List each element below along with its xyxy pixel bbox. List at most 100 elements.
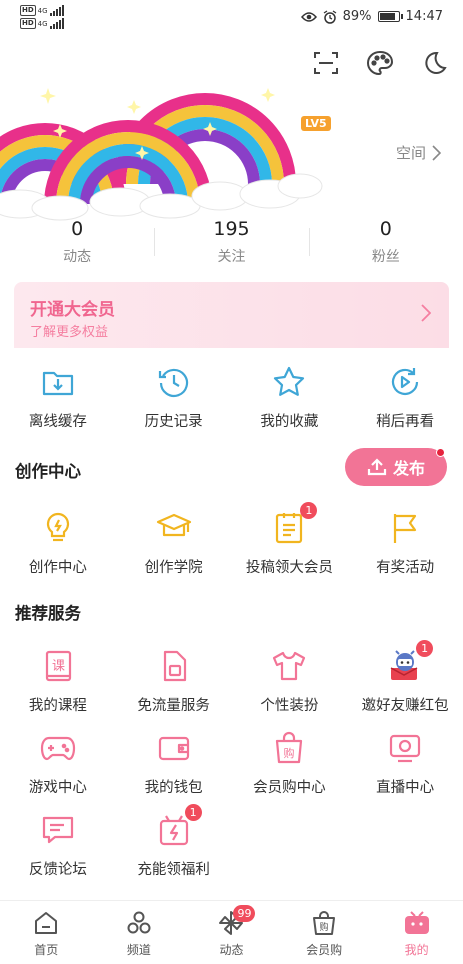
sim-card-icon: [156, 648, 192, 684]
vip-banner[interactable]: 开通大会员 了解更多权益: [14, 282, 449, 348]
star-icon: [271, 364, 307, 400]
invite-friends-item[interactable]: 1 邀好友赚红包: [347, 640, 463, 715]
quick-watch-later[interactable]: 稍后再看: [347, 364, 463, 431]
quick-label: 稍后再看: [376, 414, 435, 430]
creation-label: 有奖活动: [376, 560, 435, 576]
quick-favorites[interactable]: 我的收藏: [232, 364, 348, 431]
service-label: 会员购中心: [253, 780, 326, 796]
status-bar: HD 4G HD 4G 89% 14:47: [0, 0, 463, 36]
reward-events-item[interactable]: 有奖活动: [347, 510, 463, 577]
feedback-forum-item[interactable]: 反馈论坛: [0, 812, 116, 879]
nav-home[interactable]: 首页: [0, 901, 93, 964]
vip-subtitle: 了解更多权益: [30, 325, 109, 340]
channel-circles-icon: [125, 909, 153, 937]
graduation-cap-icon: [156, 510, 192, 546]
quick-label: 历史记录: [144, 414, 203, 430]
hd-icon: HD: [20, 5, 36, 16]
notification-badge: 1: [416, 640, 434, 657]
history-clock-icon: [156, 364, 192, 400]
stat-value: 195: [213, 218, 250, 240]
publish-button[interactable]: 发布: [345, 448, 447, 486]
creation-label: 投稿领大会员: [245, 560, 333, 576]
stat-value: 0: [379, 218, 392, 240]
battery-level: [379, 13, 395, 20]
nav-label: 动态: [219, 943, 244, 957]
sim1-network: 4G: [37, 6, 48, 15]
sim2-network: 4G: [37, 19, 48, 28]
quick-label: 我的收藏: [260, 414, 319, 430]
hd-icon: HD: [20, 18, 36, 29]
my-courses-item[interactable]: 课 我的课程: [0, 648, 116, 715]
feedback-chat-icon: [40, 812, 76, 848]
creation-label: 创作学院: [144, 560, 203, 576]
night-mode-icon[interactable]: [419, 48, 449, 78]
live-center-item[interactable]: 直播中心: [347, 730, 463, 797]
game-center-item[interactable]: 游戏中心: [0, 730, 116, 797]
upload-icon: [367, 458, 387, 476]
battery-icon: [377, 11, 403, 22]
gamepad-icon: [40, 730, 76, 766]
course-book-icon: 课: [40, 648, 76, 684]
nav-label: 首页: [34, 943, 59, 957]
stat-label: 动态: [63, 249, 92, 265]
space-link[interactable]: 空间: [396, 142, 441, 163]
signal-icon: [49, 18, 64, 29]
clock: 14:47: [405, 9, 443, 24]
charge-benefits-item[interactable]: 1 充能领福利: [116, 804, 232, 879]
shop-bag-icon: 购: [310, 909, 338, 937]
service-label: 邀好友赚红包: [361, 698, 449, 714]
quick-actions: 离线缓存 历史记录 我的收藏 稍后再看: [0, 364, 463, 431]
signal-icon: [49, 5, 64, 16]
wallet-item[interactable]: 我的钱包: [116, 730, 232, 797]
stat-value: 0: [71, 218, 84, 240]
submit-for-vip-item[interactable]: 1 投稿领大会员: [232, 502, 348, 577]
stat-dynamics[interactable]: 0 动态: [0, 218, 154, 266]
download-folder-icon: [40, 364, 76, 400]
quick-label: 离线缓存: [28, 414, 87, 430]
charge-gift-icon: 1: [156, 804, 202, 848]
service-label: 游戏中心: [28, 780, 87, 796]
service-label: 我的课程: [28, 698, 87, 714]
nav-mine[interactable]: 我的: [370, 901, 463, 964]
stat-following[interactable]: 195 关注: [154, 218, 308, 266]
service-label: 免流量服务: [137, 698, 210, 714]
stat-label: 粉丝: [371, 249, 400, 265]
svg-text:课: 课: [52, 659, 65, 674]
quick-offline-cache[interactable]: 离线缓存: [0, 364, 116, 431]
creation-academy-item[interactable]: 创作学院: [116, 510, 232, 577]
quick-history[interactable]: 历史记录: [116, 364, 232, 431]
palette-icon[interactable]: [365, 48, 395, 78]
creation-center-item[interactable]: 创作中心: [0, 510, 116, 577]
publish-label: 发布: [392, 459, 425, 478]
stat-fans[interactable]: 0 粉丝: [308, 218, 463, 266]
section-title-services: 推荐服务: [15, 604, 81, 623]
creation-label: 创作中心: [28, 560, 87, 576]
vip-shop-center-item[interactable]: 购 会员购中心: [232, 730, 348, 797]
flag-icon: [387, 510, 423, 546]
document-icon: 1: [271, 502, 318, 546]
home-icon: [32, 909, 60, 937]
nav-label: 会员购: [306, 943, 343, 957]
scan-icon[interactable]: [311, 48, 341, 78]
watch-later-icon: [387, 364, 423, 400]
service-label: 充能领福利: [137, 862, 210, 878]
chevron-right-icon: [432, 144, 441, 161]
eye-icon: [300, 11, 317, 22]
service-label: 反馈论坛: [28, 862, 87, 878]
stat-label: 关注: [217, 249, 246, 265]
nav-label: 频道: [126, 943, 151, 957]
section-title-creation: 创作中心: [15, 462, 81, 481]
notification-badge: 99: [233, 905, 256, 922]
costume-item[interactable]: 个性装扮: [232, 648, 348, 715]
free-data-item[interactable]: 免流量服务: [116, 648, 232, 715]
nav-channel[interactable]: 频道: [93, 901, 186, 964]
level-badge: LV5: [301, 116, 331, 131]
nav-dynamics[interactable]: 99 动态: [185, 901, 278, 964]
services-row-1: 课 我的课程 免流量服务 个性装扮 1 邀好友赚红包: [0, 640, 463, 715]
services-row-3: 反馈论坛 1 充能领福利: [0, 804, 463, 879]
wallet-icon: [156, 730, 192, 766]
rainbow-banner: [0, 88, 323, 221]
mascot-envelope-icon: 1: [387, 640, 434, 684]
nav-vip-shop[interactable]: 购 会员购: [278, 901, 371, 964]
alarm-icon: [323, 9, 336, 24]
